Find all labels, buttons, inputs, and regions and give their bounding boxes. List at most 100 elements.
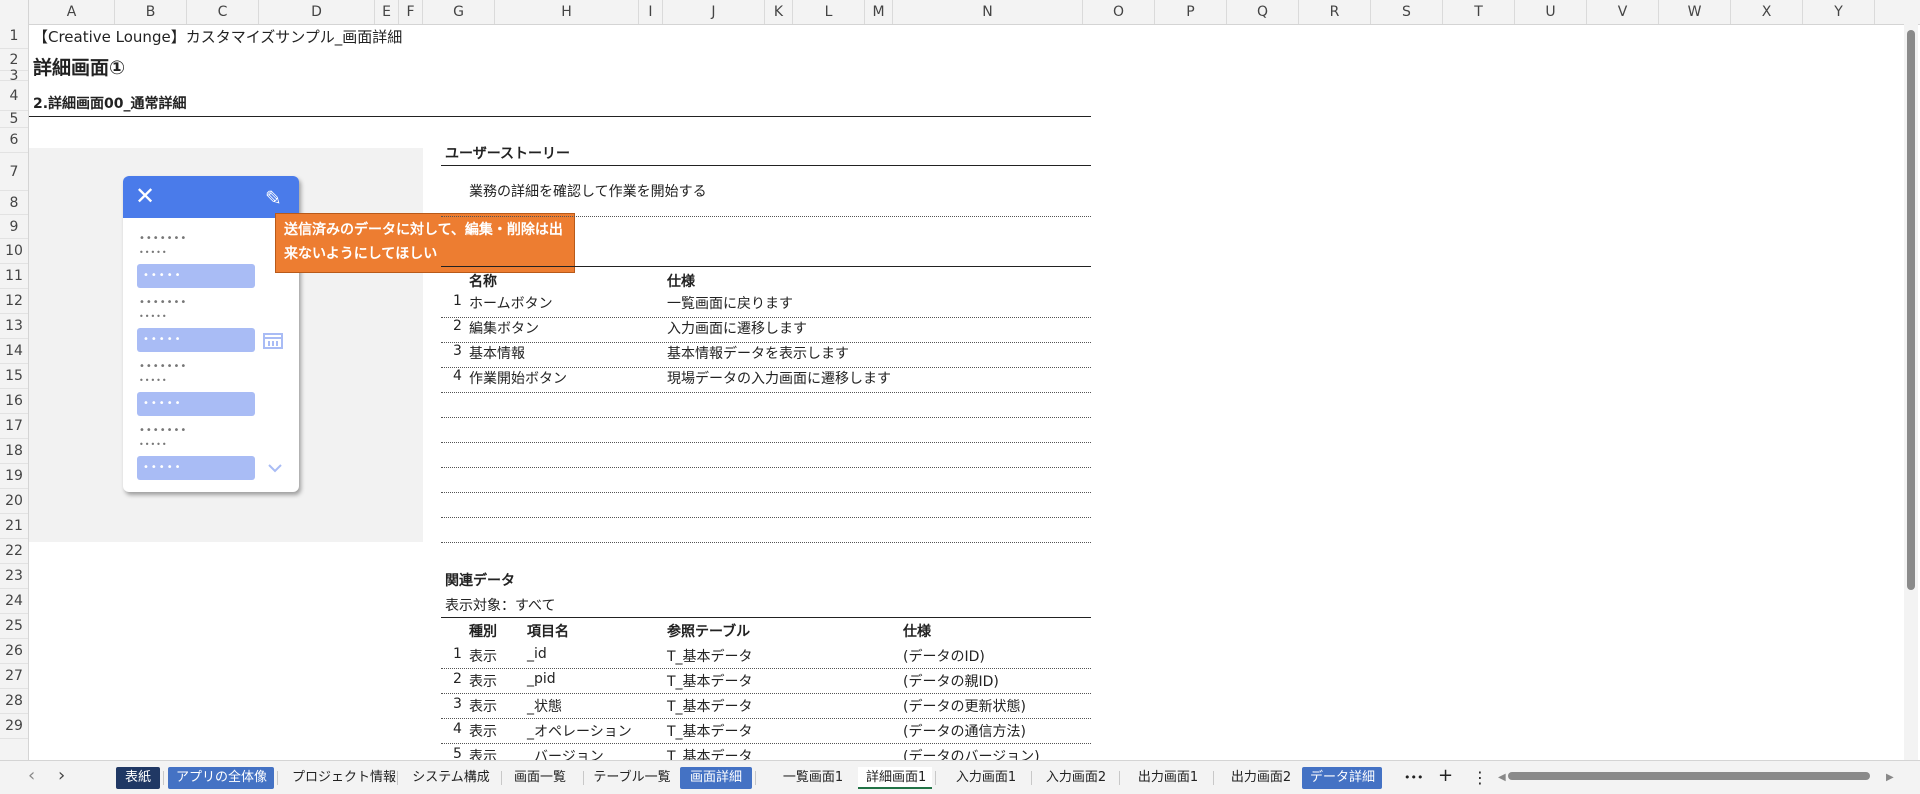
horizontal-scroll-thumb[interactable] <box>1508 772 1870 780</box>
sheet-tab[interactable]: アプリの全体像 <box>168 767 274 789</box>
callout-note: 送信済みのデータに対して、編集・削除は出来ないようにしてほしい <box>275 213 575 273</box>
related-row-no: 2 <box>453 671 462 687</box>
column-header-g[interactable]: G <box>423 0 495 24</box>
sheet-tab[interactable]: 入力画面2 <box>1036 767 1116 789</box>
column-header-t[interactable]: T <box>1443 0 1515 24</box>
spec-row-divider <box>441 442 1091 443</box>
mockup-field-1: ••••• <box>137 264 255 288</box>
row-header-24[interactable]: 24 <box>0 589 28 614</box>
column-header-w[interactable]: W <box>1659 0 1731 24</box>
spec-row-spec: 一覧画面に戻ります <box>667 296 793 312</box>
spec-row-name: ホームボタン <box>469 296 553 312</box>
column-header-e[interactable]: E <box>375 0 399 24</box>
add-sheet-button[interactable]: + <box>1430 765 1461 787</box>
row-header-13[interactable]: 13 <box>0 314 28 339</box>
row-header-23[interactable]: 23 <box>0 564 28 589</box>
vertical-scroll-thumb[interactable] <box>1907 30 1915 590</box>
related-row-table: T_基本データ <box>667 674 753 690</box>
spec-row-no: 2 <box>453 318 462 334</box>
column-header-f[interactable]: F <box>399 0 423 24</box>
related-row-spec: (データの親ID) <box>903 674 999 690</box>
tab-scroll-next-button[interactable]: › <box>50 765 73 787</box>
hscroll-right-button[interactable]: ▶ <box>1878 767 1902 789</box>
row-header-28[interactable]: 28 <box>0 689 28 714</box>
related-row-spec: (データのバージョン) <box>903 749 1040 760</box>
column-header-s[interactable]: S <box>1371 0 1443 24</box>
related-header-table: 参照テーブル <box>667 624 751 640</box>
sheet-tab[interactable]: プロジェクト情報 <box>284 767 396 789</box>
column-header-r[interactable]: R <box>1299 0 1371 24</box>
column-header-q[interactable]: Q <box>1227 0 1299 24</box>
row-header-26[interactable]: 26 <box>0 639 28 664</box>
row-header-10[interactable]: 10 <box>0 239 28 264</box>
column-header-o[interactable]: O <box>1083 0 1155 24</box>
related-row-kind: 表示 <box>469 649 497 665</box>
row-header-7[interactable]: 7 <box>0 153 28 191</box>
row-header-20[interactable]: 20 <box>0 489 28 514</box>
tab-separator <box>1213 771 1214 785</box>
row-header-18[interactable]: 18 <box>0 439 28 464</box>
spec-row-name: 作業開始ボタン <box>469 371 567 387</box>
sheet-tab[interactable]: 画面詳細 <box>680 767 752 789</box>
row-header-4[interactable]: 4 <box>0 81 28 111</box>
row-header-11[interactable]: 11 <box>0 264 28 289</box>
row-header-22[interactable]: 22 <box>0 539 28 564</box>
row-header-14[interactable]: 14 <box>0 339 28 364</box>
column-header-i[interactable]: I <box>639 0 663 24</box>
column-header-d[interactable]: D <box>259 0 375 24</box>
column-header-v[interactable]: V <box>1587 0 1659 24</box>
sheet-tab[interactable]: 出力画面2 <box>1216 767 1306 789</box>
row-header-21[interactable]: 21 <box>0 514 28 539</box>
row-header-6[interactable]: 6 <box>0 128 28 153</box>
column-header-k[interactable]: K <box>765 0 793 24</box>
row-header-12[interactable]: 12 <box>0 289 28 314</box>
column-header-x[interactable]: X <box>1731 0 1803 24</box>
row-header-25[interactable]: 25 <box>0 614 28 639</box>
column-header-u[interactable]: U <box>1515 0 1587 24</box>
sheet-tab[interactable]: 画面一覧 <box>500 767 580 789</box>
related-row-no: 1 <box>453 646 462 662</box>
vertical-scrollbar[interactable] <box>1904 24 1918 760</box>
close-icon: ✕ <box>135 182 156 210</box>
sheet-tab[interactable]: テーブル一覧 <box>582 767 682 789</box>
column-header-m[interactable]: M <box>865 0 893 24</box>
row-header-9[interactable]: 9 <box>0 215 28 239</box>
spec-row-name: 基本情報 <box>469 346 525 362</box>
more-tabs-button[interactable]: ••• <box>1396 767 1431 789</box>
row-header-17[interactable]: 17 <box>0 414 28 439</box>
spec-row-name: 編集ボタン <box>469 321 539 337</box>
row-header-27[interactable]: 27 <box>0 664 28 689</box>
sheet-tab[interactable]: システム構成 <box>404 767 498 789</box>
sheet-tab[interactable]: 表紙 <box>116 767 160 789</box>
column-header-l[interactable]: L <box>793 0 865 24</box>
spec-header-spec: 仕様 <box>667 274 695 290</box>
sheet-tab[interactable]: 出力画面1 <box>1126 767 1210 789</box>
row-header-29[interactable]: 29 <box>0 714 28 739</box>
sheet-tab[interactable]: 入力画面1 <box>944 767 1028 789</box>
column-header-j[interactable]: J <box>663 0 765 24</box>
sheet-tab[interactable]: 一覧画面1 <box>766 767 860 789</box>
sheet-grid[interactable]: 【Creative Lounge】カスタマイズサンプル_画面詳細 詳細画面① 2… <box>29 25 1899 760</box>
tab-scroll-prev-button[interactable]: ‹ <box>20 765 43 787</box>
user-story-header: ユーザーストーリー <box>445 146 571 162</box>
select-all-corner[interactable] <box>0 0 29 24</box>
tab-separator <box>935 771 936 785</box>
row-header-5[interactable]: 5 <box>0 111 28 128</box>
column-header-c[interactable]: C <box>187 0 259 24</box>
section-underline <box>29 116 1091 117</box>
row-header-8[interactable]: 8 <box>0 191 28 215</box>
column-header-p[interactable]: P <box>1155 0 1227 24</box>
row-header-19[interactable]: 19 <box>0 464 28 489</box>
column-header-n[interactable]: N <box>893 0 1083 24</box>
row-header-16[interactable]: 16 <box>0 389 28 414</box>
row-header-3[interactable]: 3 <box>0 69 28 83</box>
column-header-a[interactable]: A <box>29 0 115 24</box>
column-header-y[interactable]: Y <box>1803 0 1875 24</box>
column-header-h[interactable]: H <box>495 0 639 24</box>
sheet-tab[interactable]: データ詳細 <box>1302 767 1382 789</box>
sheet-tab[interactable]: 詳細画面1 <box>858 767 932 789</box>
row-header-1[interactable]: 1 <box>0 24 28 49</box>
column-header-b[interactable]: B <box>115 0 187 24</box>
spec-row-divider <box>441 367 1091 368</box>
row-header-15[interactable]: 15 <box>0 364 28 389</box>
